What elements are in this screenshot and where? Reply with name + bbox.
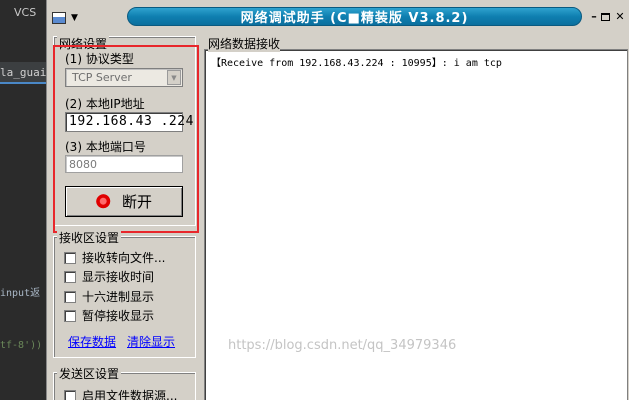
local-ip-input[interactable]: 192.168.43 .224 [65, 112, 193, 132]
ide-background: VCS la_guai. input返 tf-8')) [0, 0, 46, 400]
maximize-icon [601, 12, 610, 21]
dropdown-arrow-icon: ▼ [71, 12, 78, 23]
ide-vcs-label[interactable]: VCS [14, 6, 36, 19]
option-label: 十六进制显示 [82, 290, 155, 304]
protocol-type-label: (1) 协议类型 [65, 52, 134, 66]
received-message: 【Receive from 192.168.43.224 : 10995】: i… [211, 58, 502, 69]
option-show-receive-time[interactable]: 显示接收时间 [64, 268, 154, 285]
receive-settings-title: 接收区设置 [57, 229, 122, 246]
ide-file-tab-label: la_guai. [0, 66, 46, 79]
receive-settings-group: 接收区设置 接收转向文件... 显示接收时间 十六进制显示 暂停接收显示 保存数… [53, 229, 196, 358]
option-receive-to-file[interactable]: 接收转向文件... [64, 249, 165, 266]
send-settings-group: 发送区设置 启用文件数据源... [53, 365, 196, 400]
checkbox[interactable] [64, 290, 76, 303]
protocol-type-value: TCP Server [72, 71, 132, 84]
system-menu-button[interactable]: ▼ [52, 9, 96, 26]
ide-code-line: input返 [0, 288, 41, 299]
protocol-type-select[interactable]: TCP Server ▼ [65, 68, 183, 87]
minimize-button[interactable]: – [588, 10, 600, 23]
connection-status-led-icon [92, 190, 115, 213]
ide-code-line: tf-8')) [0, 340, 43, 351]
app-icon [52, 11, 66, 24]
option-label: 显示接收时间 [82, 270, 155, 284]
watermark: https://blog.csdn.net/qq_34979346 [228, 338, 457, 353]
chevron-down-icon[interactable]: ▼ [167, 70, 181, 85]
network-data-receive-title: 网络数据接收 [208, 35, 281, 52]
local-port-input[interactable]: 8080 [65, 155, 183, 173]
checkbox[interactable] [64, 309, 76, 322]
window-title: 网络调试助手 (C■精装版 V3.8.2) [240, 11, 469, 26]
disconnect-button[interactable]: 断开 [65, 186, 183, 217]
local-ip-label: (2) 本地IP地址 [65, 97, 145, 111]
option-hex-display[interactable]: 十六进制显示 [64, 288, 154, 305]
option-label: 启用文件数据源... [82, 389, 178, 400]
checkbox[interactable] [64, 389, 76, 400]
option-pause-display[interactable]: 暂停接收显示 [64, 307, 154, 324]
local-port-label: (3) 本地端口号 [65, 140, 146, 154]
clear-display-link[interactable]: 清除显示 [127, 333, 175, 350]
maximize-button[interactable] [601, 12, 613, 21]
option-label: 暂停接收显示 [82, 309, 155, 323]
local-ip-value: 192.168.43 .224 [69, 114, 194, 129]
option-label: 接收转向文件... [82, 251, 166, 265]
checkbox[interactable] [64, 270, 76, 283]
window-title-bar: 网络调试助手 (C■精装版 V3.8.2) [127, 7, 582, 26]
local-port-value: 8080 [69, 158, 97, 171]
save-data-link[interactable]: 保存数据 [68, 333, 116, 350]
close-button[interactable]: ✕ [614, 10, 626, 23]
ide-file-tab[interactable]: la_guai. [0, 62, 46, 84]
option-file-data-source[interactable]: 启用文件数据源... [64, 387, 177, 400]
send-settings-title: 发送区设置 [57, 365, 122, 382]
checkbox[interactable] [64, 251, 76, 264]
disconnect-button-label: 断开 [121, 193, 152, 211]
window-controls: – ✕ [585, 8, 629, 25]
title-bar[interactable]: ▼ 网络调试助手 (C■精装版 V3.8.2) – ✕ [47, 6, 629, 28]
